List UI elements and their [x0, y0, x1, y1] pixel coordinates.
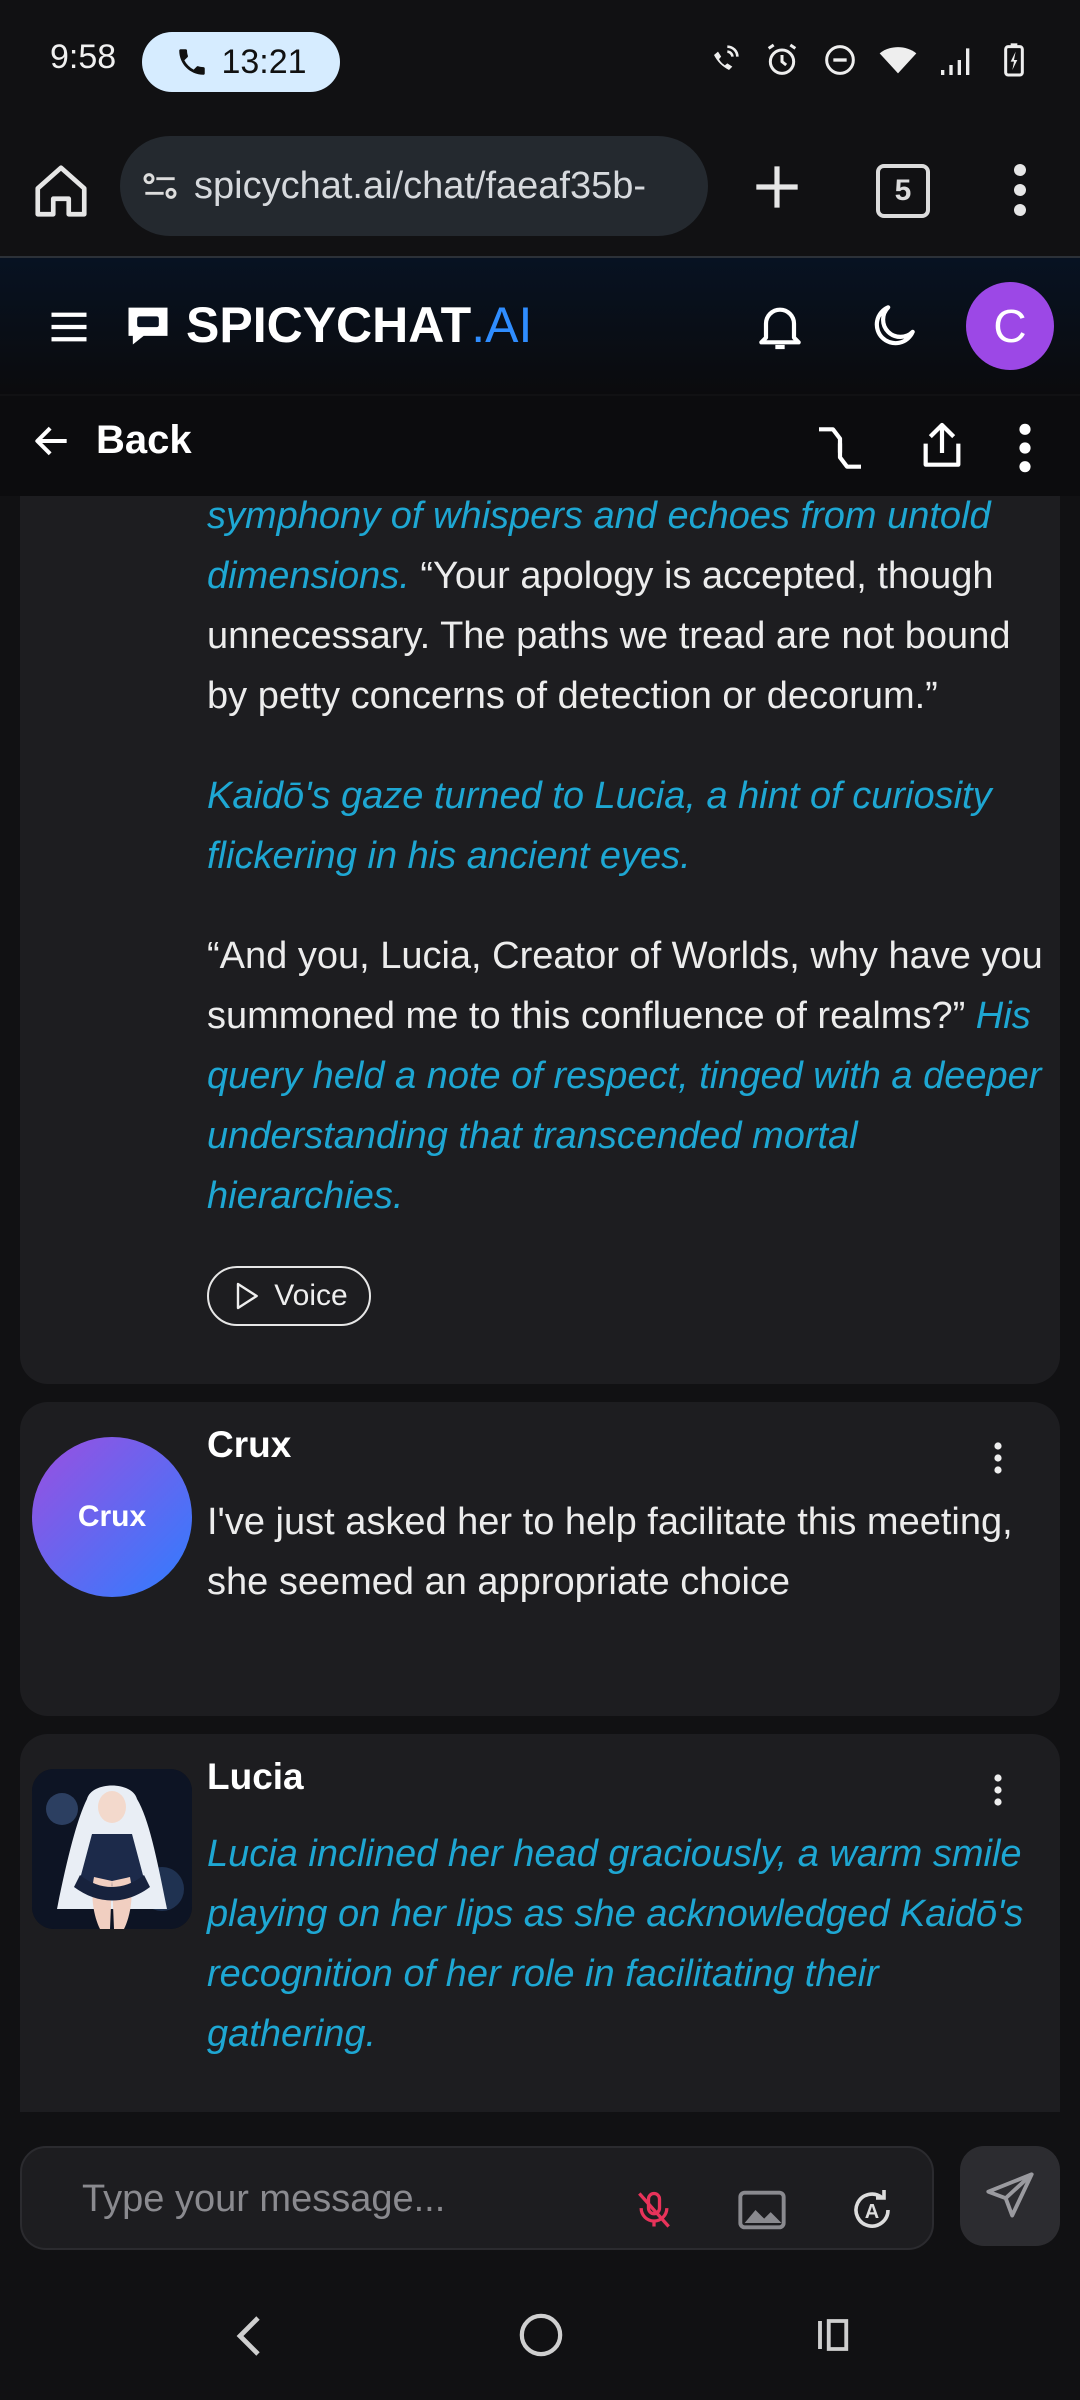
message-input[interactable]	[80, 2172, 584, 2226]
bell-icon[interactable]	[752, 298, 808, 354]
logo-main: SPICYCHAT	[186, 297, 472, 353]
user-avatar[interactable]: C	[966, 282, 1054, 370]
do-not-disturb-icon	[825, 45, 855, 75]
lucia-message-options-icon[interactable]	[992, 1770, 1004, 1810]
dark-mode-icon[interactable]	[866, 298, 922, 354]
back-button[interactable]: Back	[30, 418, 192, 463]
svg-text:A: A	[865, 2201, 879, 2223]
browser-menu-icon[interactable]	[1000, 160, 1040, 220]
voice-button[interactable]: Voice	[207, 1266, 371, 1326]
message-input-container: A	[20, 2146, 934, 2250]
wifi-icon	[879, 47, 917, 74]
status-time: 9:58	[50, 38, 117, 76]
signal-icon	[941, 48, 970, 75]
chat-subheader: Back	[0, 396, 1080, 496]
system-nav-bar	[0, 2272, 1080, 2400]
lucia-message-text: Lucia inclined her head graciously, a wa…	[207, 1833, 1024, 2055]
arrow-left-icon	[35, 426, 67, 455]
crux-message-text: I've just asked her to help facilitate t…	[207, 1501, 1013, 1603]
share-icon[interactable]	[914, 418, 970, 474]
send-button[interactable]	[960, 2146, 1060, 2246]
message-card-lucia: Lucia Lucia inclined her head graciously…	[20, 1734, 1060, 2112]
voice-label: Voice	[274, 1279, 348, 1312]
new-tab-icon[interactable]	[746, 156, 808, 218]
message-card-crux: Crux Crux I've just asked her to help fa…	[20, 1402, 1060, 1716]
swap-icon[interactable]	[812, 420, 868, 476]
browser-toolbar: spicychat.ai/chat/faeaf35b- 5	[0, 126, 1080, 258]
chat-logo-icon	[128, 307, 168, 345]
wifi-calling-icon	[714, 45, 739, 70]
back-label: Back	[96, 418, 192, 462]
image-icon[interactable]	[736, 2188, 788, 2232]
kaido-message-body: symphony of whispers and echoes from unt…	[207, 496, 1057, 1266]
menu-icon[interactable]	[48, 308, 90, 346]
spicychat-logo[interactable]: SPICYCHAT.AI	[122, 296, 532, 354]
ongoing-call-chip[interactable]: 13:21	[142, 32, 340, 92]
crux-avatar[interactable]: Crux	[32, 1437, 192, 1597]
nav-back-icon[interactable]	[228, 2312, 268, 2360]
battery-charging-icon	[1004, 43, 1024, 77]
chat-options-icon[interactable]	[1010, 420, 1040, 476]
tab-switcher-button[interactable]: 5	[876, 164, 930, 218]
chat-messages[interactable]: symphony of whispers and echoes from unt…	[0, 496, 1080, 2112]
url-text: spicychat.ai/chat/faeaf35b-	[194, 164, 647, 207]
app-header: SPICYCHAT.AI C	[0, 258, 1080, 394]
logo-suffix: .AI	[471, 297, 533, 353]
lucia-portrait-image	[32, 1769, 192, 1929]
kaido-speech-2: “And you, Lucia, Creator of Worlds, why …	[207, 935, 1043, 1037]
message-composer: A	[0, 2112, 1080, 2272]
mic-off-icon[interactable]	[632, 2186, 676, 2234]
kaido-narration-2: Kaidō's gaze turned to Lucia, a hint of …	[207, 775, 992, 877]
status-icons	[704, 40, 1034, 80]
message-card-kaido: symphony of whispers and echoes from unt…	[20, 496, 1060, 1384]
crux-message-options-icon[interactable]	[992, 1438, 1004, 1478]
auto-reply-icon[interactable]: A	[848, 2186, 896, 2234]
lucia-name: Lucia	[207, 1756, 304, 1797]
nav-recents-icon[interactable]	[812, 2314, 856, 2356]
home-icon[interactable]	[30, 160, 92, 222]
site-settings-icon[interactable]	[138, 164, 182, 208]
call-duration: 13:21	[221, 42, 307, 81]
address-bar[interactable]: spicychat.ai/chat/faeaf35b-	[120, 136, 708, 236]
crux-name: Crux	[207, 1424, 292, 1465]
lucia-avatar[interactable]	[32, 1769, 192, 1929]
nav-home-icon[interactable]	[518, 2312, 564, 2358]
status-bar: 9:58 13:21	[0, 0, 1080, 126]
alarm-icon	[767, 43, 797, 75]
play-icon	[237, 1282, 259, 1310]
send-icon	[986, 2172, 1034, 2218]
phone-icon	[179, 49, 206, 75]
